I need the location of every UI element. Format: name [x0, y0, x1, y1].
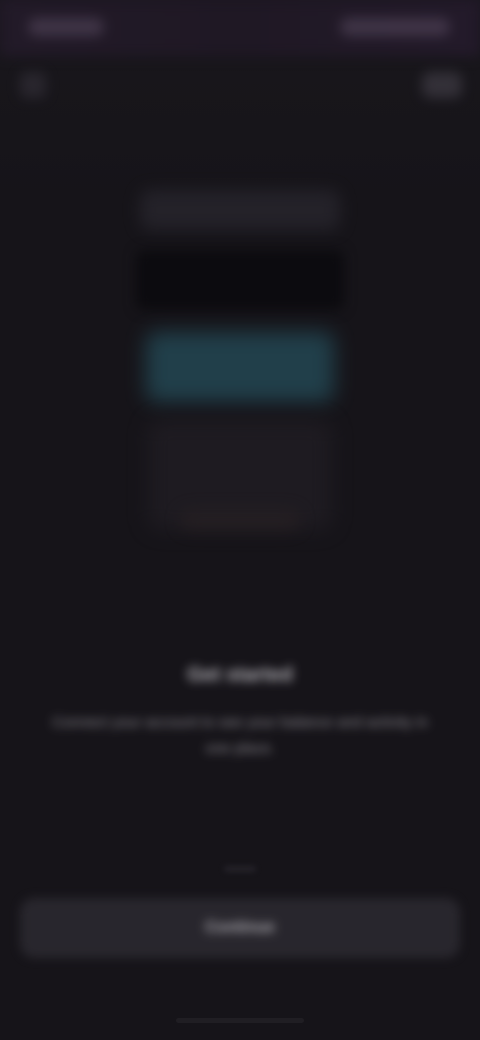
- onboarding-description: Connect your account to see your balance…: [51, 714, 429, 757]
- page-indicator: [224, 866, 256, 872]
- home-indicator: [176, 1018, 304, 1023]
- status-bar: [0, 0, 480, 56]
- back-arrow-icon[interactable]: [20, 72, 46, 98]
- status-time: [28, 18, 104, 36]
- onboarding-screen: Get started Connect your account to see …: [0, 0, 480, 1040]
- continue-button[interactable]: Continue: [20, 898, 460, 958]
- preview-footer: [180, 510, 300, 530]
- preview-highlight-card: [146, 332, 334, 402]
- top-right-action-button[interactable]: [422, 72, 462, 98]
- preview-balance-card: [136, 250, 344, 310]
- onboarding-title: Get started: [187, 664, 293, 686]
- preview-header: [140, 190, 340, 230]
- feature-preview-illustration: [130, 180, 350, 540]
- status-icons: [340, 18, 450, 36]
